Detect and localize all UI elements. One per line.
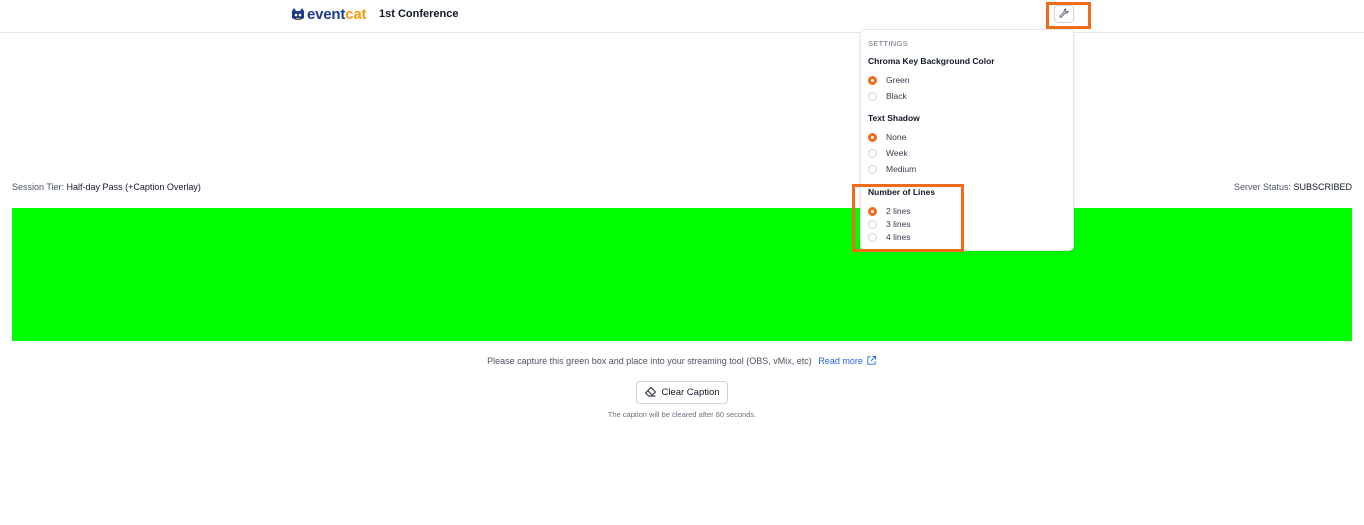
settings-button[interactable]	[1054, 5, 1074, 23]
radio-button[interactable]	[868, 232, 877, 242]
option-label: Medium	[886, 164, 917, 174]
option-label: 4 lines	[886, 232, 911, 242]
chroma-key-title: Chroma Key Background Color	[868, 56, 995, 66]
logo-wordmark: eventcat	[307, 6, 366, 23]
radio-button[interactable]	[868, 206, 877, 216]
server-status-label: Server Status:	[1233, 182, 1291, 192]
wrench-icon	[1059, 5, 1069, 23]
capture-instructions: Please capture this green box and place …	[0, 355, 1364, 368]
settings-heading: SETTINGS	[868, 39, 908, 48]
radio-button[interactable]	[868, 91, 877, 101]
session-tier-label: Session Tier:	[12, 182, 65, 192]
eventcat-logo[interactable]: eventcat	[290, 6, 366, 23]
radio-button[interactable]	[868, 148, 877, 158]
read-more-label: Read more	[818, 356, 863, 366]
shadow-option-none[interactable]: None	[868, 132, 906, 142]
session-tier: Session Tier: Half-day Pass (+Caption Ov…	[12, 182, 201, 192]
clear-caption-label: Clear Caption	[661, 387, 720, 398]
lines-option-3[interactable]: 3 lines	[868, 219, 911, 229]
lines-option-4[interactable]: 4 lines	[868, 232, 911, 242]
logo-event-text: event	[307, 6, 346, 23]
text-shadow-title: Text Shadow	[868, 113, 920, 123]
radio-button[interactable]	[868, 132, 877, 142]
option-label: Black	[886, 91, 907, 101]
radio-button[interactable]	[868, 75, 877, 85]
server-status: Server Status: SUBSCRIBED	[1234, 182, 1352, 192]
page: eventcat 1st Conference Session Tier: Ha…	[0, 0, 1364, 525]
external-link-icon	[866, 355, 877, 368]
caption-green-box	[12, 208, 1352, 341]
settings-dropdown: SETTINGS Chroma Key Background Color Gre…	[860, 29, 1074, 251]
conference-title: 1st Conference	[379, 8, 459, 20]
shadow-option-week[interactable]: Week	[868, 148, 908, 158]
option-label: Week	[886, 148, 908, 158]
eraser-icon	[644, 386, 657, 400]
cat-logo-icon	[290, 7, 306, 23]
server-status-value: SUBSCRIBED	[1293, 182, 1352, 192]
chroma-option-black[interactable]: Black	[868, 91, 907, 101]
number-of-lines-title: Number of Lines	[868, 187, 936, 197]
chroma-option-green[interactable]: Green	[868, 75, 910, 85]
clear-caption-note: The caption will be cleared after 60 sec…	[607, 410, 757, 419]
logo-cat-text: cat	[345, 6, 367, 23]
option-label: 3 lines	[886, 219, 911, 229]
option-label: 2 lines	[886, 206, 911, 216]
read-more-link[interactable]: Read more	[818, 355, 877, 368]
lines-option-2[interactable]: 2 lines	[868, 206, 911, 216]
radio-button[interactable]	[868, 219, 877, 229]
session-tier-value: Half-day Pass (+Caption Overlay)	[66, 182, 201, 192]
radio-button[interactable]	[868, 164, 877, 174]
option-label: Green	[886, 75, 910, 85]
option-label: None	[886, 132, 907, 142]
clear-caption-button[interactable]: Clear Caption	[636, 381, 728, 404]
top-header: eventcat 1st Conference	[0, 0, 1364, 33]
shadow-option-medium[interactable]: Medium	[868, 164, 916, 174]
capture-message-text: Please capture this green box and place …	[487, 356, 812, 366]
